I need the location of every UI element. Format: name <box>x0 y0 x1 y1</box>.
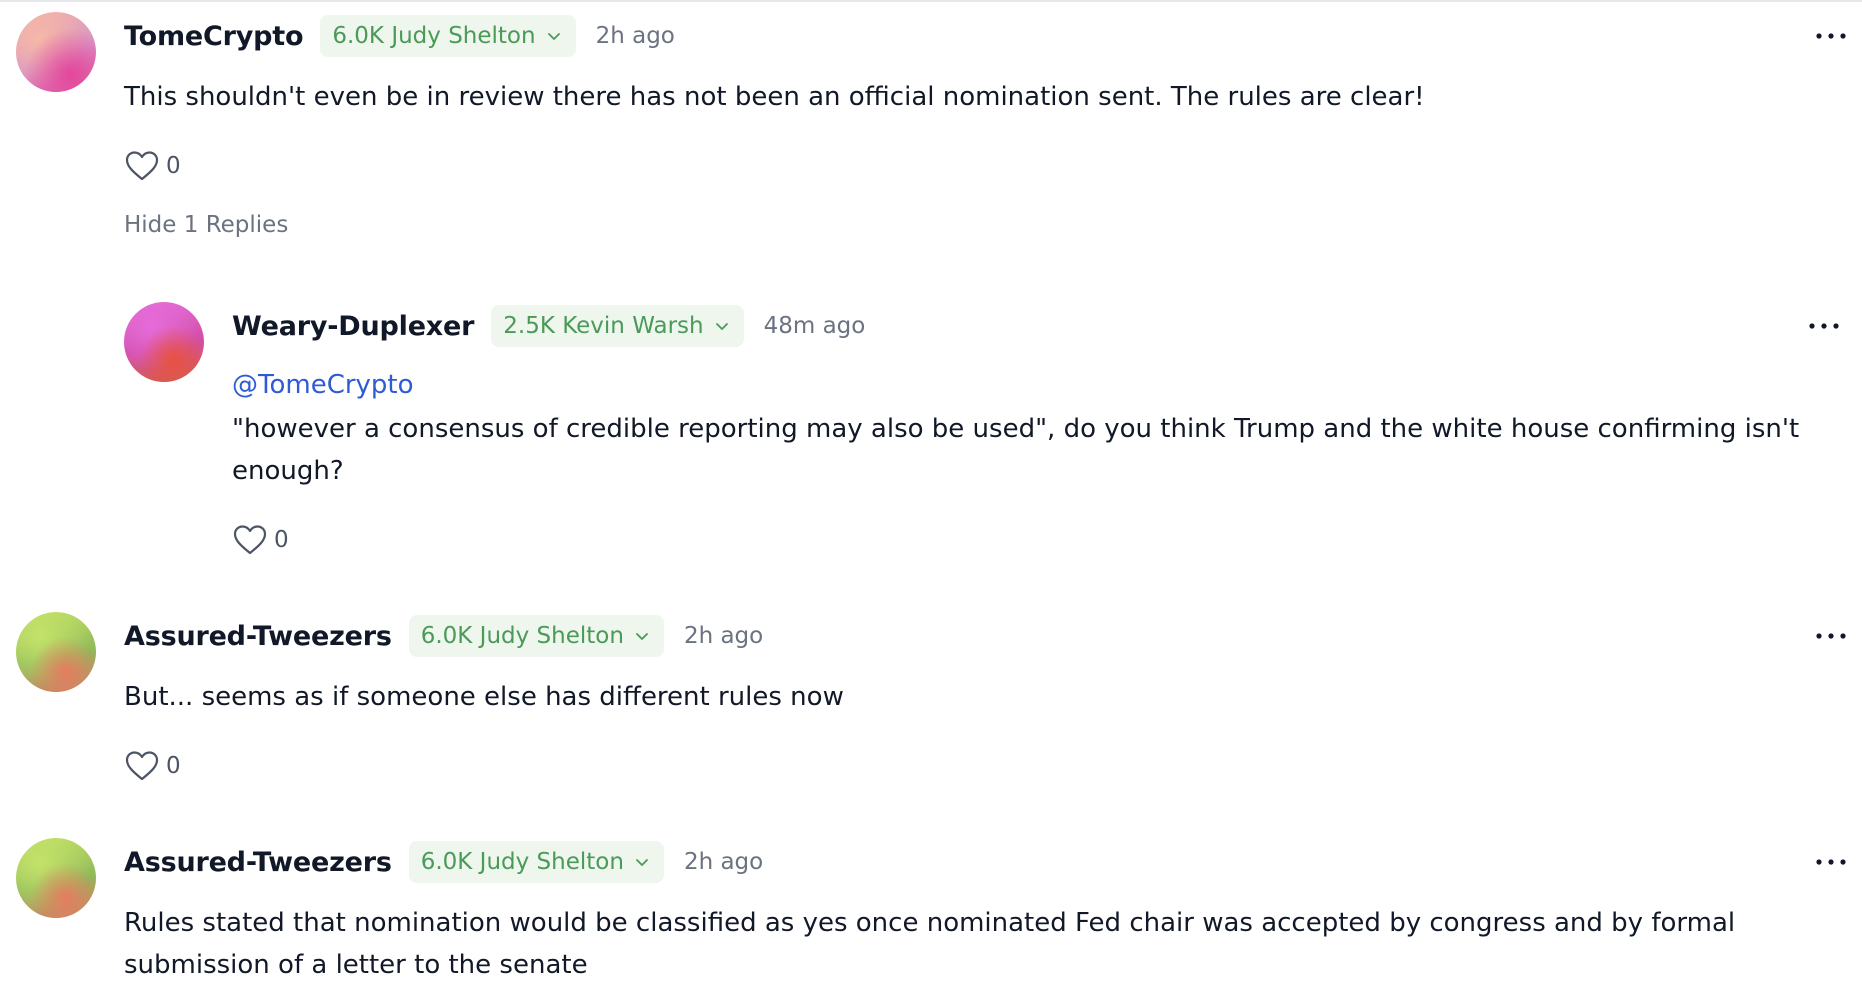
badge-label: 6.0K Judy Shelton <box>420 623 624 649</box>
badge-label: 6.0K Judy Shelton <box>332 23 536 49</box>
chevron-down-icon <box>636 859 648 866</box>
comment-text-line: enough? <box>232 456 344 486</box>
more-horizontal-icon[interactable] <box>1813 24 1849 48</box>
more-horizontal-icon[interactable] <box>1806 314 1842 338</box>
comment-text-line: submission of a letter to the senate <box>124 950 588 980</box>
top-divider <box>0 0 1862 2</box>
like-count: 0 <box>274 527 289 553</box>
username[interactable]: TomeCrypto <box>124 21 304 52</box>
position-badge[interactable]: 6.0K Judy Shelton <box>320 15 576 57</box>
heart-outline-icon <box>125 751 159 781</box>
like-button[interactable]: 0 <box>232 520 289 560</box>
badge-label: 2.5K Kevin Warsh <box>503 313 704 339</box>
mention-link[interactable]: @TomeCrypto <box>232 370 414 400</box>
username[interactable]: Weary-Duplexer <box>232 311 474 342</box>
badge-label: 6.0K Judy Shelton <box>420 849 624 875</box>
timestamp: 48m ago <box>763 313 866 339</box>
chevron-down-icon <box>547 33 560 40</box>
heart-outline-icon <box>233 525 267 555</box>
like-button[interactable]: 0 <box>124 146 181 186</box>
more-horizontal-icon[interactable] <box>1813 850 1849 874</box>
hide-replies-link[interactable]: Hide 1 Replies <box>124 212 288 238</box>
avatar[interactable] <box>16 838 96 918</box>
avatar[interactable] <box>16 612 96 692</box>
avatar[interactable] <box>124 302 204 382</box>
comment-text-line: "however a consensus of credible reporti… <box>232 414 1800 444</box>
username[interactable]: Assured-Tweezers <box>124 847 392 878</box>
comment-text: This shouldn't even be in review there h… <box>124 82 1425 112</box>
comment-header: TomeCrypto 6.0K Judy Shelton 2h ago <box>124 15 675 57</box>
chevron-down-icon <box>636 633 648 640</box>
heart-outline-icon <box>125 151 159 181</box>
username[interactable]: Assured-Tweezers <box>124 621 392 652</box>
position-badge[interactable]: 2.5K Kevin Warsh <box>491 305 744 347</box>
comment-text-line: Rules stated that nomination would be cl… <box>124 908 1736 938</box>
comment-text: But... seems as if someone else has diff… <box>124 682 844 712</box>
position-badge[interactable]: 6.0K Judy Shelton <box>408 841 664 883</box>
like-button[interactable]: 0 <box>124 746 181 786</box>
position-badge[interactable]: 6.0K Judy Shelton <box>408 615 664 657</box>
chevron-down-icon <box>715 323 728 330</box>
like-count: 0 <box>166 753 181 779</box>
more-horizontal-icon[interactable] <box>1813 624 1849 648</box>
timestamp: 2h ago <box>595 23 675 49</box>
comment-header: Weary-Duplexer 2.5K Kevin Warsh 48m ago <box>232 305 865 347</box>
comment-header: Assured-Tweezers 6.0K Judy Shelton 2h ag… <box>124 841 763 883</box>
like-count: 0 <box>166 153 181 179</box>
comment-header: Assured-Tweezers 6.0K Judy Shelton 2h ag… <box>124 615 763 657</box>
avatar[interactable] <box>16 12 96 92</box>
timestamp: 2h ago <box>683 623 764 649</box>
timestamp: 2h ago <box>683 849 764 875</box>
